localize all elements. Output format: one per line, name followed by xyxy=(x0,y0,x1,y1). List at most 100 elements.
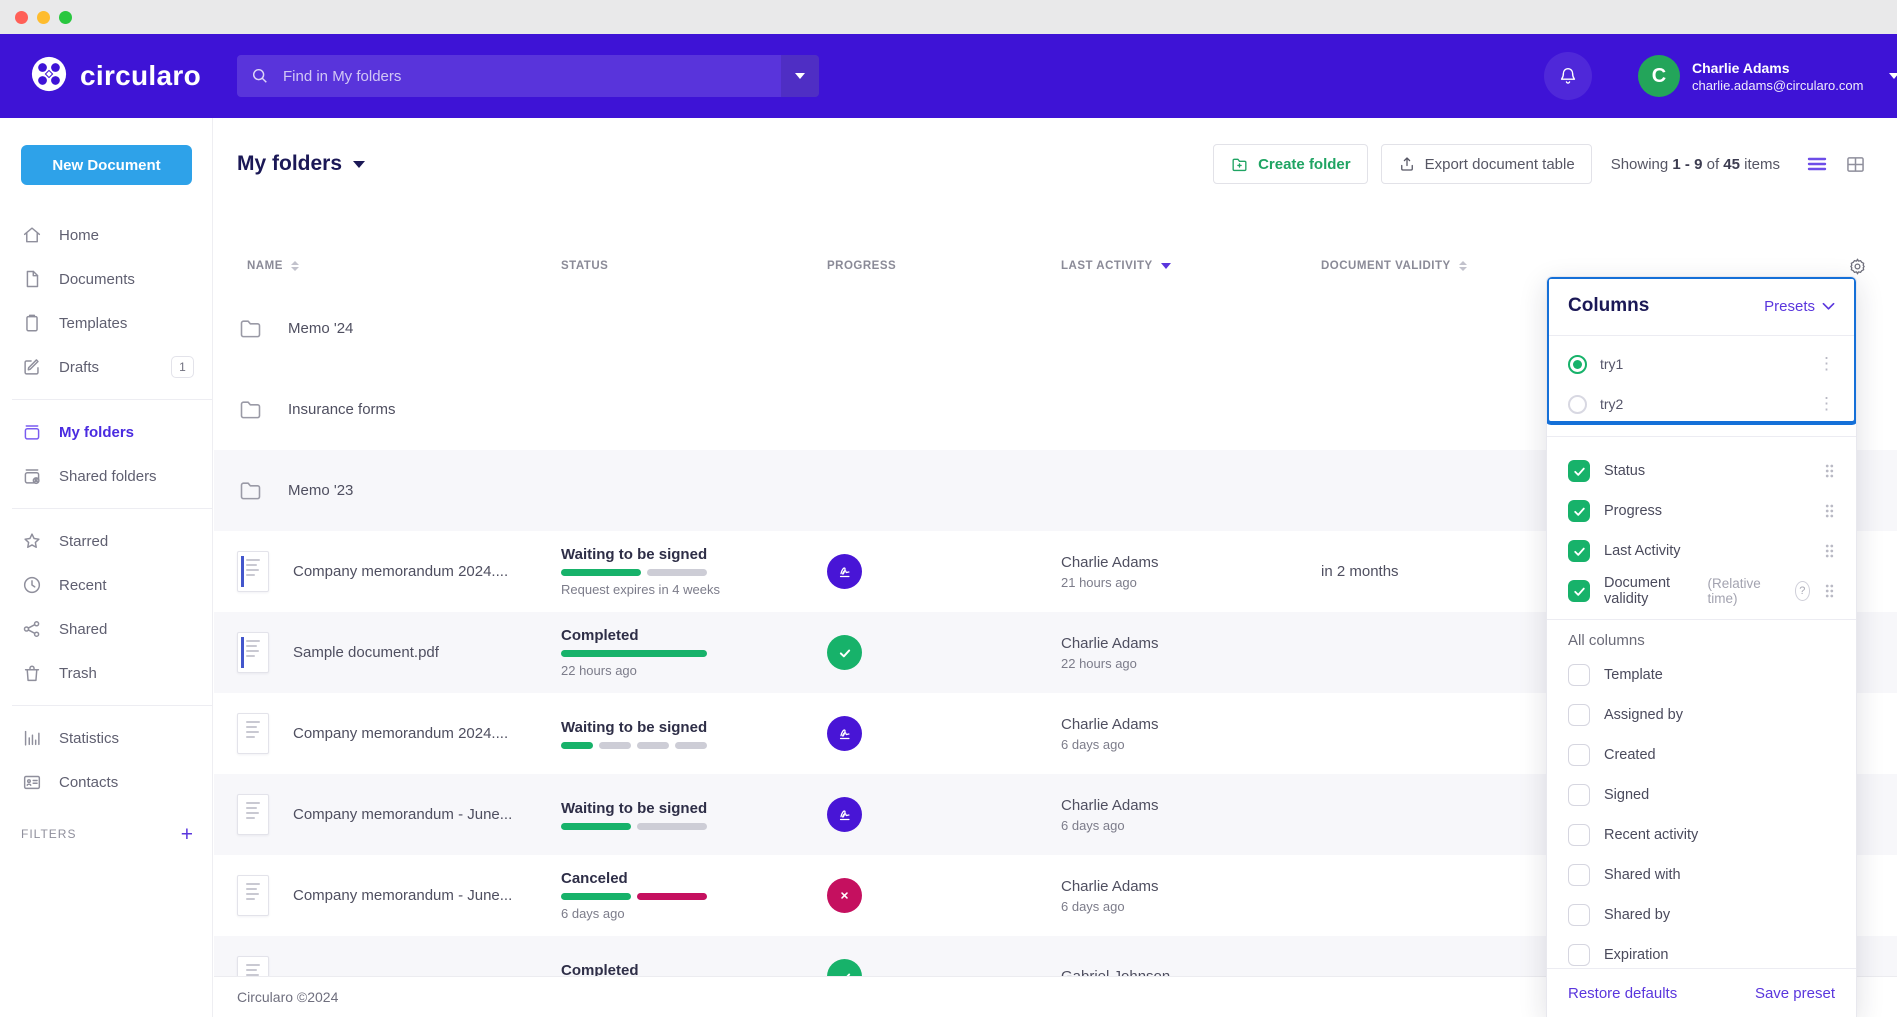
zoom-window-button[interactable] xyxy=(59,11,72,24)
preset-menu-button[interactable]: ⋮ xyxy=(1818,359,1835,369)
checkbox-checked[interactable] xyxy=(1568,500,1590,522)
checkbox-unchecked[interactable] xyxy=(1568,904,1590,926)
sidebar-item-starred[interactable]: Starred xyxy=(0,519,212,563)
last-activity-cell: Charlie Adams 6 days ago xyxy=(1061,716,1321,752)
add-filter-button[interactable]: + xyxy=(181,824,194,845)
checkbox-checked[interactable] xyxy=(1568,580,1590,602)
checkbox-unchecked[interactable] xyxy=(1568,824,1590,846)
sidebar-item-label: Home xyxy=(59,227,99,244)
sort-icon xyxy=(1459,261,1467,271)
column-header-document-validity[interactable]: DOCUMENT VALIDITY xyxy=(1321,260,1861,272)
column-option-label: Document validity xyxy=(1604,575,1690,607)
home-icon xyxy=(21,224,43,246)
chevron-down-icon xyxy=(1822,302,1835,311)
columns-panel-header: Columns Presets xyxy=(1547,277,1856,336)
document-thumbnail-icon xyxy=(237,713,269,754)
sidebar-item-templates[interactable]: Templates xyxy=(0,301,212,345)
checkbox-unchecked[interactable] xyxy=(1568,704,1590,726)
activity-time: 22 hours ago xyxy=(1061,656,1321,671)
column-header-name[interactable]: NAME xyxy=(237,260,561,272)
progress-segment xyxy=(637,742,669,749)
page-title-dropdown[interactable]: My folders xyxy=(237,152,365,176)
grid-view-button[interactable] xyxy=(1846,156,1865,173)
divider xyxy=(1547,619,1856,620)
help-icon[interactable]: ? xyxy=(1795,581,1810,601)
sidebar-item-home[interactable]: Home xyxy=(0,213,212,257)
new-document-button[interactable]: New Document xyxy=(21,145,192,185)
checkbox-unchecked[interactable] xyxy=(1568,944,1590,966)
filters-label: FILTERS xyxy=(21,827,76,841)
export-document-table-button[interactable]: Export document table xyxy=(1381,144,1592,184)
status-cell: Completed 22 hours ago xyxy=(561,627,827,678)
drag-handle-icon[interactable] xyxy=(1824,463,1835,479)
all-column-shared-by: Shared by xyxy=(1547,895,1856,935)
trash-icon xyxy=(21,662,43,684)
divider xyxy=(12,399,212,400)
folder-shared-icon xyxy=(21,465,43,487)
column-header-status[interactable]: STATUS xyxy=(561,260,827,272)
drag-handle-icon[interactable] xyxy=(1824,583,1835,599)
close-window-button[interactable] xyxy=(15,11,28,24)
sidebar-item-contacts[interactable]: Contacts xyxy=(0,760,212,804)
activity-user: Charlie Adams xyxy=(1061,716,1321,733)
sidebar-nav: HomeDocumentsTemplatesDrafts1My foldersS… xyxy=(0,213,212,804)
column-header-last-activity[interactable]: LAST ACTIVITY xyxy=(1061,260,1321,272)
sidebar-item-recent[interactable]: Recent xyxy=(0,563,212,607)
column-header-label: DOCUMENT VALIDITY xyxy=(1321,260,1451,272)
sidebar-item-statistics[interactable]: Statistics xyxy=(0,716,212,760)
sidebar-item-my-folders[interactable]: My folders xyxy=(0,410,212,454)
grid-view-icon xyxy=(1846,156,1865,173)
preset-label: try1 xyxy=(1600,356,1623,372)
status-subtext: 22 hours ago xyxy=(561,663,731,678)
checkbox-unchecked[interactable] xyxy=(1568,744,1590,766)
radio-selected[interactable] xyxy=(1568,355,1587,374)
document-thumbnail-icon xyxy=(237,875,269,916)
user-menu[interactable]: C Charlie Adams charlie.adams@circularo.… xyxy=(1638,55,1897,97)
sidebar-item-drafts[interactable]: Drafts1 xyxy=(0,345,212,389)
name-cell: Company memorandum - June... xyxy=(237,875,561,916)
sidebar-item-trash[interactable]: Trash xyxy=(0,651,212,695)
drag-handle-icon[interactable] xyxy=(1824,543,1835,559)
app-window: circularo C Charlie Adams charlie.adams@… xyxy=(0,0,1897,1017)
restore-defaults-link[interactable]: Restore defaults xyxy=(1568,985,1677,1002)
preset-menu-button[interactable]: ⋮ xyxy=(1818,399,1835,409)
notifications-button[interactable] xyxy=(1544,52,1592,100)
gear-icon xyxy=(1848,257,1867,276)
activity-user: Charlie Adams xyxy=(1061,878,1321,895)
sidebar-item-shared-folders[interactable]: Shared folders xyxy=(0,454,212,498)
checkbox-checked[interactable] xyxy=(1568,540,1590,562)
checkbox-unchecked[interactable] xyxy=(1568,864,1590,886)
presets-dropdown[interactable]: Presets xyxy=(1764,298,1835,315)
drag-handle-icon[interactable] xyxy=(1824,503,1835,519)
checkbox-checked[interactable] xyxy=(1568,460,1590,482)
search-scope-dropdown[interactable] xyxy=(781,55,819,97)
column-header-progress[interactable]: PROGRESS xyxy=(827,260,1061,272)
name-cell: Memo '24 xyxy=(237,315,561,342)
activity-time: 6 days ago xyxy=(1061,737,1321,752)
all-column-template: Template xyxy=(1547,655,1856,695)
column-option-label: Template xyxy=(1604,667,1663,683)
folder-icon xyxy=(21,421,43,443)
status-text: Completed xyxy=(561,627,731,644)
radio-unselected[interactable] xyxy=(1568,395,1587,414)
checkbox-unchecked[interactable] xyxy=(1568,784,1590,806)
app-logo[interactable]: circularo xyxy=(30,34,201,118)
list-view-button[interactable] xyxy=(1807,156,1827,172)
folder-name: Memo '23 xyxy=(288,482,353,499)
progress-bar xyxy=(561,650,707,657)
checkbox-unchecked[interactable] xyxy=(1568,664,1590,686)
folder-icon xyxy=(237,477,264,504)
save-preset-link[interactable]: Save preset xyxy=(1755,985,1835,1002)
progress-bar xyxy=(561,823,707,830)
sidebar-item-documents[interactable]: Documents xyxy=(0,257,212,301)
chevron-down-icon xyxy=(795,73,805,79)
minimize-window-button[interactable] xyxy=(37,11,50,24)
column-option-label: Last Activity xyxy=(1604,543,1681,559)
search-input[interactable] xyxy=(281,67,781,86)
create-folder-button[interactable]: Create folder xyxy=(1213,144,1368,184)
column-option-suffix: (Relative time) xyxy=(1708,576,1773,606)
divider xyxy=(1547,436,1856,437)
sidebar-item-shared[interactable]: Shared xyxy=(0,607,212,651)
contacts-icon xyxy=(21,771,43,793)
sidebar: New Document Home DocumentsTemplatesDraft… xyxy=(0,118,213,1017)
